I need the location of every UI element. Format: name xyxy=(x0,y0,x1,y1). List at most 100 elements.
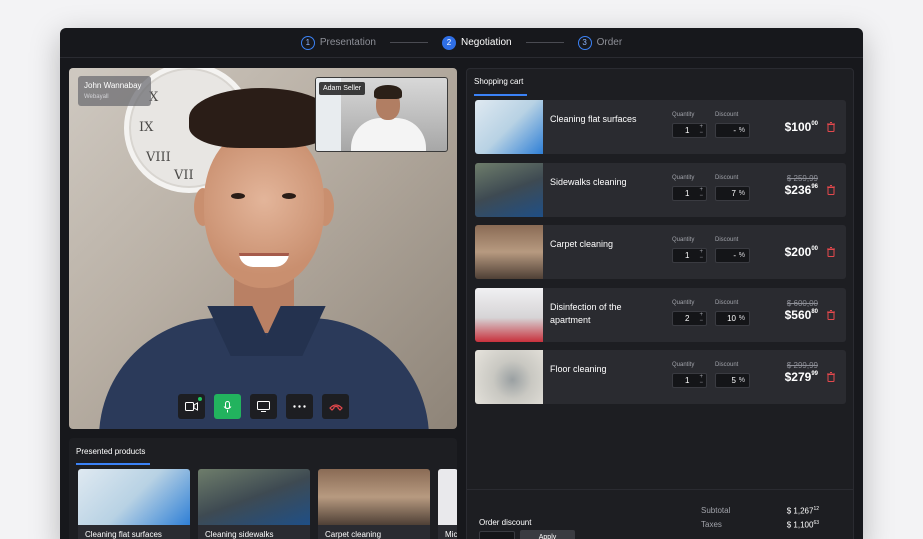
quantity-label: Quantity xyxy=(672,362,695,368)
screen-share-button[interactable] xyxy=(250,394,277,419)
trash-icon[interactable] xyxy=(827,372,835,382)
subtotal-cents: 12 xyxy=(813,506,819,512)
presented-product-card[interactable]: Cleaning sidewalks xyxy=(198,469,310,539)
presented-product-card[interactable]: Carpet cleaning xyxy=(318,469,430,539)
shopping-cart-tab[interactable]: Shopping cart xyxy=(474,77,523,86)
more-button[interactable] xyxy=(286,394,313,419)
item-thumbnail xyxy=(475,100,543,154)
main-video: IX X VIII VII John Wannabay Webayall Ada… xyxy=(69,68,457,429)
smile xyxy=(239,253,289,267)
tab-underline xyxy=(76,463,150,465)
subtotal-value: $ 1,26712 xyxy=(787,506,819,516)
step-presentation[interactable]: 1 Presentation xyxy=(300,35,376,50)
item-name: Disinfection of the apartment xyxy=(550,302,622,325)
quantity-value: 1 xyxy=(685,376,690,385)
call-controls xyxy=(178,394,349,419)
step-divider xyxy=(390,42,428,43)
trash-icon[interactable] xyxy=(827,122,835,132)
presented-products-tab[interactable]: Presented products xyxy=(76,447,145,456)
item-price: $27999 xyxy=(785,370,818,384)
product-label: Mic xyxy=(445,530,457,539)
item-name: Sidewalks cleaning xyxy=(550,177,627,187)
presented-product-card[interactable]: Mic xyxy=(438,469,457,539)
item-name: Cleaning flat surfaces xyxy=(550,114,637,124)
camera-button[interactable] xyxy=(178,394,205,419)
discount-input[interactable]: 7% xyxy=(715,186,750,201)
participant-name: John Wannabay xyxy=(84,81,142,90)
order-discount-input[interactable] xyxy=(479,531,515,539)
quantity-stepper[interactable]: 1 + − xyxy=(672,248,707,263)
subtotal-label: Subtotal xyxy=(701,506,731,515)
more-icon xyxy=(293,405,306,408)
item-name: Floor cleaning xyxy=(550,364,607,374)
price-main: $279 xyxy=(784,370,812,384)
discount-label: Discount xyxy=(715,112,739,118)
discount-input[interactable]: -% xyxy=(715,123,750,138)
price-main: $100 xyxy=(784,120,812,134)
quantity-label: Quantity xyxy=(672,237,695,243)
eye-left xyxy=(231,193,245,199)
percent-sign: % xyxy=(738,190,745,197)
quantity-label: Quantity xyxy=(672,175,695,181)
trash-icon[interactable] xyxy=(827,310,835,320)
discount-label: Discount xyxy=(715,175,739,181)
taxes-label: Taxes xyxy=(701,520,722,529)
step-label: Negotiation xyxy=(461,37,512,48)
trash-icon[interactable] xyxy=(827,247,835,257)
step-number: 3 xyxy=(577,35,592,50)
taxes-value: $ 1,10063 xyxy=(787,520,819,530)
stepper-arrows-icon[interactable]: + − xyxy=(699,249,703,261)
quantity-value: 1 xyxy=(685,251,690,260)
step-order[interactable]: 3 Order xyxy=(577,35,622,50)
subtotal-row: Subtotal $ 1,26712 xyxy=(701,506,819,516)
step-number: 1 xyxy=(300,35,315,50)
pip-video[interactable]: Adam Seller xyxy=(315,77,448,152)
discount-value: - xyxy=(733,126,736,135)
stepper-arrows-icon[interactable]: + − xyxy=(699,124,703,136)
item-price: $56080 xyxy=(785,308,818,322)
stepper-arrows-icon[interactable]: + − xyxy=(699,187,703,199)
item-thumbnail xyxy=(475,350,543,404)
presented-products-panel: Presented products Cleaning flat surface… xyxy=(69,438,457,539)
product-photo xyxy=(438,469,457,525)
trash-icon[interactable] xyxy=(827,185,835,195)
product-label: Cleaning sidewalks xyxy=(205,530,274,539)
quantity-stepper[interactable]: 2 + − xyxy=(672,311,707,326)
discount-label: Discount xyxy=(715,300,739,306)
percent-sign: % xyxy=(738,127,745,134)
presented-product-card[interactable]: Cleaning flat surfaces xyxy=(78,469,190,539)
item-thumbnail xyxy=(475,225,543,279)
step-number: 2 xyxy=(442,35,456,50)
step-label: Presentation xyxy=(319,37,376,48)
microphone-button[interactable] xyxy=(214,394,241,419)
item-name: Carpet cleaning xyxy=(550,239,614,249)
hang-up-button[interactable] xyxy=(322,394,349,419)
eye-right xyxy=(282,193,296,199)
apply-button[interactable]: Apply xyxy=(520,530,575,539)
discount-input[interactable]: 10% xyxy=(715,311,750,326)
discount-input[interactable]: -% xyxy=(715,248,750,263)
quantity-stepper[interactable]: 1 + − xyxy=(672,123,707,138)
item-price: $23696 xyxy=(785,183,818,197)
taxes-main: $ 1,100 xyxy=(786,520,814,530)
item-thumbnail xyxy=(475,288,543,342)
step-negotiation[interactable]: 2 Negotiation xyxy=(442,35,512,50)
quantity-value: 2 xyxy=(685,314,690,323)
quantity-label: Quantity xyxy=(672,300,695,306)
price-main: $236 xyxy=(784,183,812,197)
product-photo xyxy=(78,469,190,525)
stepper-arrows-icon[interactable]: + − xyxy=(699,312,703,324)
percent-sign: % xyxy=(738,315,745,322)
subtotal-main: $ 1,267 xyxy=(786,506,814,516)
discount-input[interactable]: 5% xyxy=(715,373,750,388)
stepper-arrows-icon[interactable]: + − xyxy=(699,374,703,386)
discount-value: 10 xyxy=(727,314,736,323)
cart-summary: Order discount Apply Subtotal $ 1,26712 … xyxy=(467,489,853,539)
product-photo xyxy=(318,469,430,525)
stepper: 1 Presentation 2 Negotiation 3 Order xyxy=(60,28,863,58)
screen-share-icon xyxy=(257,401,270,412)
item-price: $10000 xyxy=(785,120,818,134)
person-hair xyxy=(189,88,334,148)
quantity-stepper[interactable]: 1 + − xyxy=(672,186,707,201)
quantity-stepper[interactable]: 1 + − xyxy=(672,373,707,388)
